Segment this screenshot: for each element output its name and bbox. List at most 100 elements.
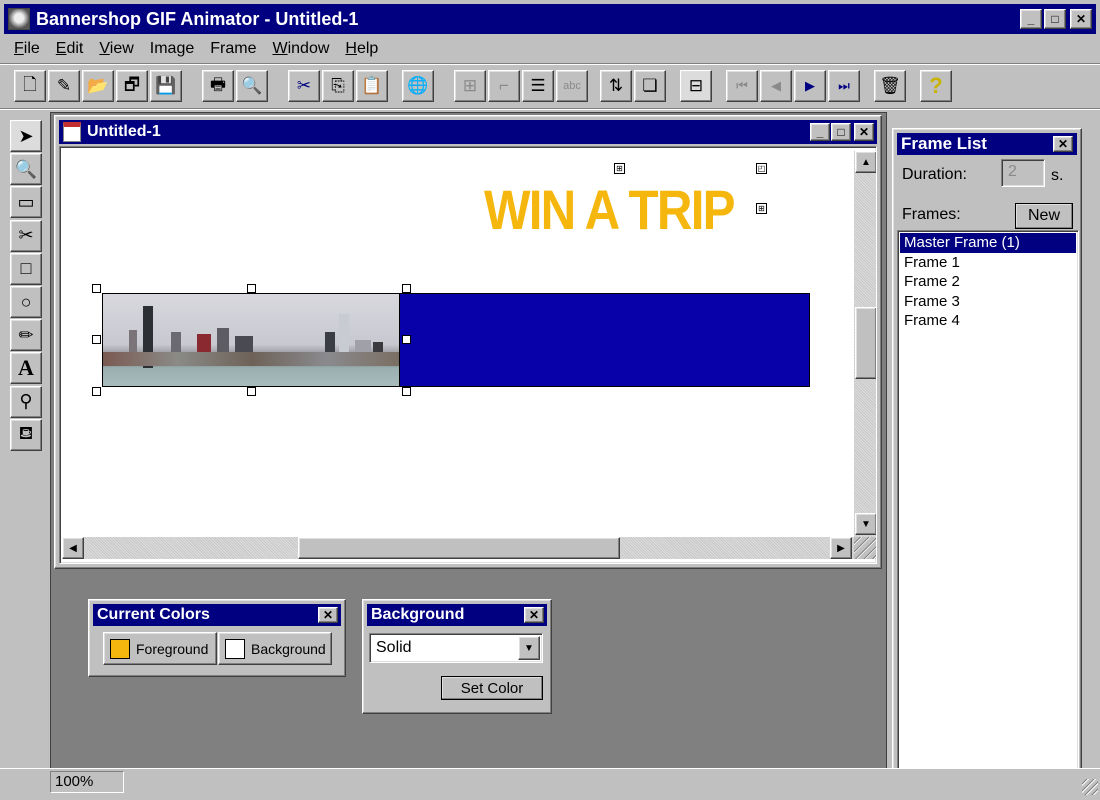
save-icon: 💾 [155,76,177,95]
menu-file[interactable]: File [6,40,48,58]
fill-type-select[interactable]: Solid ▼ [369,633,543,663]
size-grip[interactable] [854,537,876,559]
foreground-color-button[interactable]: Foreground [103,632,217,665]
scroll-up-button[interactable]: ▲ [855,151,876,173]
move-handle[interactable]: ⊞ [756,203,767,214]
vertical-scrollbar[interactable]: ▲ ▼ [854,151,876,541]
copy-button[interactable]: ⎘ [322,70,354,102]
selection-handle[interactable] [402,387,411,396]
select-tool-button[interactable]: ➤ [10,120,42,152]
text-button[interactable]: abc [556,70,588,102]
current-colors-close-button[interactable]: ✕ [318,607,338,623]
maximize-button[interactable]: □ [1044,9,1066,29]
wizard-icon: ✎ [56,76,72,95]
scroll-down-button[interactable]: ▼ [855,513,876,535]
selection-handle[interactable] [92,335,101,344]
paste-button[interactable]: 📋 [356,70,388,102]
frame-list-title-bar: Frame List ✕ [897,133,1077,155]
prev-frame-button[interactable]: ◀ [760,70,792,102]
background-close-button[interactable]: ✕ [524,607,544,623]
doc-close-button[interactable]: ✕ [854,123,874,141]
help-button[interactable]: ? [920,70,952,102]
pencil-tool-button[interactable]: ✏ [10,319,42,352]
rectangle-tool-button[interactable]: □ [10,252,42,285]
crop-tool-button[interactable]: ✂ [10,219,42,252]
resize-button[interactable]: ⌐ [488,70,520,102]
new-frame-button[interactable]: ❏ [634,70,666,102]
window-size-grip[interactable] [1082,779,1098,795]
menu-image[interactable]: Image [142,40,202,58]
resize-handle[interactable]: ◰ [756,163,767,174]
vertical-scroll-thumb[interactable] [855,307,876,379]
image-tool-button[interactable]: ▭ [10,186,42,219]
pencil-icon: ✏ [18,324,34,345]
doc-maximize-button[interactable]: □ [831,123,851,141]
frame-list-item[interactable]: Frame 4 [900,311,1076,331]
import-frames-button[interactable]: ☰ [522,70,554,102]
fill-tool-button[interactable]: ⛾ [10,418,42,451]
print-button[interactable]: 🖶 [202,70,234,102]
doc-minimize-button[interactable]: _ [810,123,830,141]
new-button[interactable]: 🗋 [14,70,46,102]
banner-text[interactable]: WIN A TRIP [484,177,736,242]
frames-listbox[interactable]: Master Frame (1) Frame 1 Frame 2 Frame 3 Fra… [897,230,1079,780]
last-frame-button[interactable]: ⏭ [828,70,860,102]
skyline-image[interactable] [102,293,400,387]
eyedropper-tool-button[interactable]: ⚲ [10,385,42,418]
canvas-area[interactable]: WIN A TRIP ⊞ ◰ ⊞ ▲ ▼ ◀ ▶ [59,146,877,564]
app-icon[interactable] [8,8,30,30]
help-icon: ? [929,73,943,98]
save-all-button[interactable]: 🗗 [116,70,148,102]
selection-handle[interactable] [402,335,411,344]
delete-button[interactable]: 🗑 [874,70,906,102]
menu-view[interactable]: View [91,40,141,58]
new-frame-button[interactable]: New [1015,203,1073,229]
image-icon: ▭ [17,191,35,212]
move-handle[interactable]: ⊞ [614,163,625,174]
frame-list-item[interactable]: Frame 2 [900,272,1076,292]
set-color-button[interactable]: Set Color [441,676,543,700]
horizontal-scroll-thumb[interactable] [298,537,620,559]
zoom-tool-button[interactable]: 🔍 [10,153,42,186]
background-color-button[interactable]: Background [218,632,332,665]
save-all-icon: 🗗 [124,74,140,94]
selection-handle[interactable] [402,284,411,293]
ellipse-tool-button[interactable]: ○ [10,286,42,318]
menu-edit[interactable]: Edit [48,40,92,58]
frame-list-item[interactable]: Frame 1 [900,253,1076,273]
close-button[interactable]: ✕ [1070,9,1092,29]
menu-accelerator: E [55,40,67,57]
cut-button[interactable]: ✂ [288,70,320,102]
wizard-button[interactable]: ✎ [48,70,80,102]
preview-browser-button[interactable]: 🌐 [402,70,434,102]
menu-window[interactable]: Window [264,40,337,58]
layout-button[interactable]: ⊟ [680,70,712,102]
first-frame-button[interactable]: ⏮ [726,70,758,102]
dropdown-button[interactable]: ▼ [518,636,540,660]
horizontal-scrollbar[interactable]: ◀ ▶ [62,537,854,559]
scroll-right-button[interactable]: ▶ [830,537,852,559]
document-icon[interactable] [63,122,81,142]
minimize-icon: _ [1027,12,1035,26]
scroll-left-button[interactable]: ◀ [62,537,84,559]
selection-handle[interactable] [92,284,101,293]
delete-icon: 🗑 [879,76,901,95]
crop-button[interactable]: ⊞ [454,70,486,102]
next-frame-button[interactable]: ▶ [794,70,826,102]
selection-handle[interactable] [247,387,256,396]
frame-list-close-button[interactable]: ✕ [1053,136,1073,152]
text-tool-button[interactable]: A [10,352,42,385]
frame-list-item[interactable]: Master Frame (1) [900,233,1076,253]
minimize-button[interactable]: _ [1020,9,1042,29]
print-preview-button[interactable]: 🔍 [236,70,268,102]
menu-frame[interactable]: Frame [202,40,264,58]
duration-input[interactable]: 2 [1001,159,1045,187]
open-button[interactable]: 📂 [82,70,114,102]
transition-button[interactable]: ⇅ [600,70,632,102]
selection-handle[interactable] [92,387,101,396]
selection-handle[interactable] [247,284,256,293]
menu-help[interactable]: Help [337,40,386,58]
frame-list-item[interactable]: Frame 3 [900,292,1076,312]
print-preview-icon: 🔍 [241,76,263,95]
save-button[interactable]: 💾 [150,70,182,102]
